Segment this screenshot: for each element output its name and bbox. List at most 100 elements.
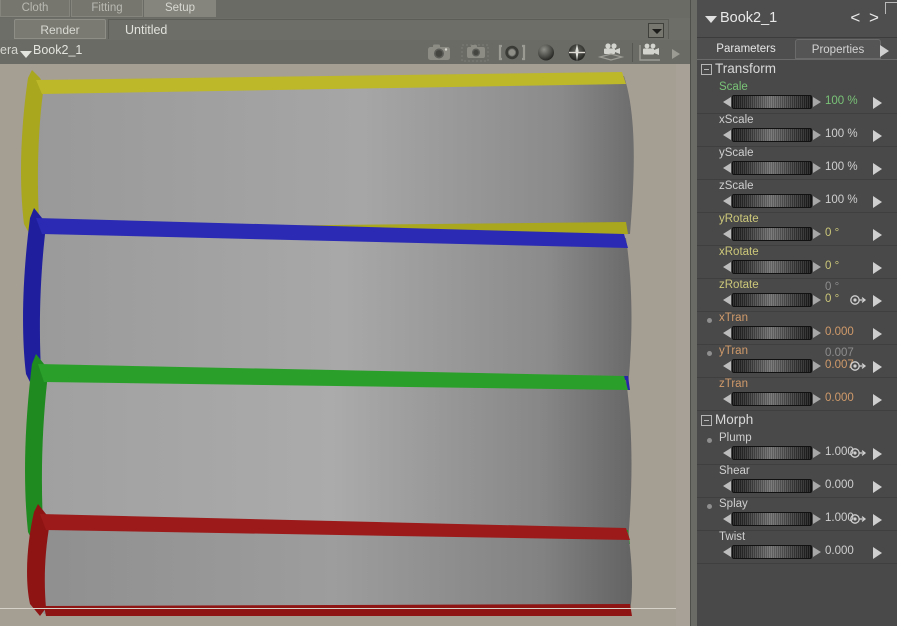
triangle-right-icon[interactable] [873,196,882,208]
slider-left-arrow-icon[interactable] [723,481,731,491]
3d-viewport[interactable] [0,64,690,626]
slider-track[interactable] [732,194,812,208]
parameter-row-zrotate[interactable]: zRotate 0 ° 0 ° [697,279,897,312]
tab-parameters[interactable]: Parameters [703,39,789,59]
slider-right-arrow-icon[interactable] [813,394,821,404]
parameter-slider[interactable] [723,95,821,110]
parameter-row-xtran[interactable]: xTran 0.000 [697,312,897,345]
slider-right-arrow-icon[interactable] [813,514,821,524]
scene-object-label[interactable]: Book2_1 [33,43,82,57]
parameter-slider[interactable] [723,392,821,407]
parameter-slider[interactable] [723,446,821,461]
sphere-shaded-icon[interactable] [562,42,592,63]
triangle-down-icon[interactable] [705,16,717,23]
parameter-value[interactable]: 0 ° [825,227,839,239]
slider-right-arrow-icon[interactable] [813,361,821,371]
parameter-row-yscale[interactable]: yScale 100 % [697,147,897,180]
parameter-slider[interactable] [723,227,821,242]
parameter-slider[interactable] [723,479,821,494]
spot-render-icon[interactable] [460,42,490,63]
parameter-slider[interactable] [723,260,821,275]
slider-track[interactable] [732,128,812,142]
sphere-smooth-icon[interactable] [531,42,561,63]
slider-track[interactable] [732,545,812,559]
parameter-list[interactable]: Transform Scale 100 % xScale 100 % yScale 100 … [697,60,897,626]
slider-track[interactable] [732,326,812,340]
slider-left-arrow-icon[interactable] [723,130,731,140]
slider-left-arrow-icon[interactable] [723,394,731,404]
parameter-slider[interactable] [723,326,821,341]
triangle-right-icon[interactable] [873,394,882,406]
parameter-row-zscale[interactable]: zScale 100 % [697,180,897,213]
animation-camera-icon[interactable] [596,42,626,63]
parameter-row-xrotate[interactable]: xRotate 0 ° [697,246,897,279]
slider-left-arrow-icon[interactable] [723,97,731,107]
slider-track[interactable] [732,392,812,406]
slider-right-arrow-icon[interactable] [813,295,821,305]
keyframe-icon[interactable] [850,360,867,372]
slider-right-arrow-icon[interactable] [813,196,821,206]
slider-left-arrow-icon[interactable] [723,547,731,557]
slider-track[interactable] [732,95,812,109]
parameter-row-scale[interactable]: Scale 100 % [697,81,897,114]
slider-right-arrow-icon[interactable] [813,262,821,272]
tab-render[interactable]: Render [14,19,106,39]
triangle-right-icon[interactable] [873,514,882,526]
slider-right-arrow-icon[interactable] [813,448,821,458]
group-header-transform[interactable]: Transform [697,60,897,81]
parameter-row-yrotate[interactable]: yRotate 0 ° [697,213,897,246]
slider-right-arrow-icon[interactable] [813,229,821,239]
parameter-row-ytran[interactable]: yTran 0.007 0.007 [697,345,897,378]
triangle-right-icon[interactable] [873,547,882,559]
keyframe-icon[interactable] [850,447,867,459]
slider-left-arrow-icon[interactable] [723,196,731,206]
triangle-right-icon[interactable] [873,295,882,307]
slider-right-arrow-icon[interactable] [813,130,821,140]
slider-right-arrow-icon[interactable] [813,481,821,491]
parameter-slider[interactable] [723,512,821,527]
keyframe-icon[interactable] [850,294,867,306]
slider-track[interactable] [732,446,812,460]
parameter-row-ztran[interactable]: zTran 0.000 [697,378,897,411]
parameter-value[interactable]: 0.000 [825,326,854,338]
keyframe-icon[interactable] [850,513,867,525]
parameter-row-xscale[interactable]: xScale 100 % [697,114,897,147]
triangle-right-icon[interactable] [873,130,882,142]
slider-left-arrow-icon[interactable] [723,328,731,338]
slider-right-arrow-icon[interactable] [813,97,821,107]
vertical-splitter[interactable] [690,0,697,626]
parameter-value[interactable]: 100 % [825,95,858,107]
slider-right-arrow-icon[interactable] [813,328,821,338]
triangle-right-icon[interactable] [873,97,882,109]
parameter-value[interactable]: 100 % [825,161,858,173]
parameter-row-shear[interactable]: Shear 0.000 [697,465,897,498]
triangle-down-icon[interactable] [20,51,32,58]
titlebar-dropdown-button[interactable] [648,23,664,38]
parameter-slider[interactable] [723,194,821,209]
triangle-right-icon[interactable] [880,45,889,57]
slider-right-arrow-icon[interactable] [813,163,821,173]
parameter-row-plump[interactable]: Plump 1.000 [697,432,897,465]
slider-left-arrow-icon[interactable] [723,514,731,524]
slider-left-arrow-icon[interactable] [723,448,731,458]
parameter-value[interactable]: 100 % [825,128,858,140]
triangle-right-icon[interactable] [873,229,882,241]
parameter-slider[interactable] [723,161,821,176]
minus-box-icon[interactable] [701,64,712,75]
app-tab-fitting[interactable]: Fitting [71,0,143,17]
parameter-slider[interactable] [723,359,821,374]
slider-track[interactable] [732,293,812,307]
slider-left-arrow-icon[interactable] [723,361,731,371]
tab-properties[interactable]: Properties [795,39,881,59]
triangle-right-icon[interactable] [873,328,882,340]
triangle-right-icon[interactable] [873,163,882,175]
parameter-value[interactable]: 0.000 [825,392,854,404]
slider-track[interactable] [732,512,812,526]
slider-track[interactable] [732,161,812,175]
slider-left-arrow-icon[interactable] [723,262,731,272]
slider-left-arrow-icon[interactable] [723,295,731,305]
triangle-right-icon[interactable] [873,361,882,373]
slider-track[interactable] [732,227,812,241]
movie-camera-icon[interactable] [636,42,666,63]
triangle-right-icon[interactable] [873,448,882,460]
